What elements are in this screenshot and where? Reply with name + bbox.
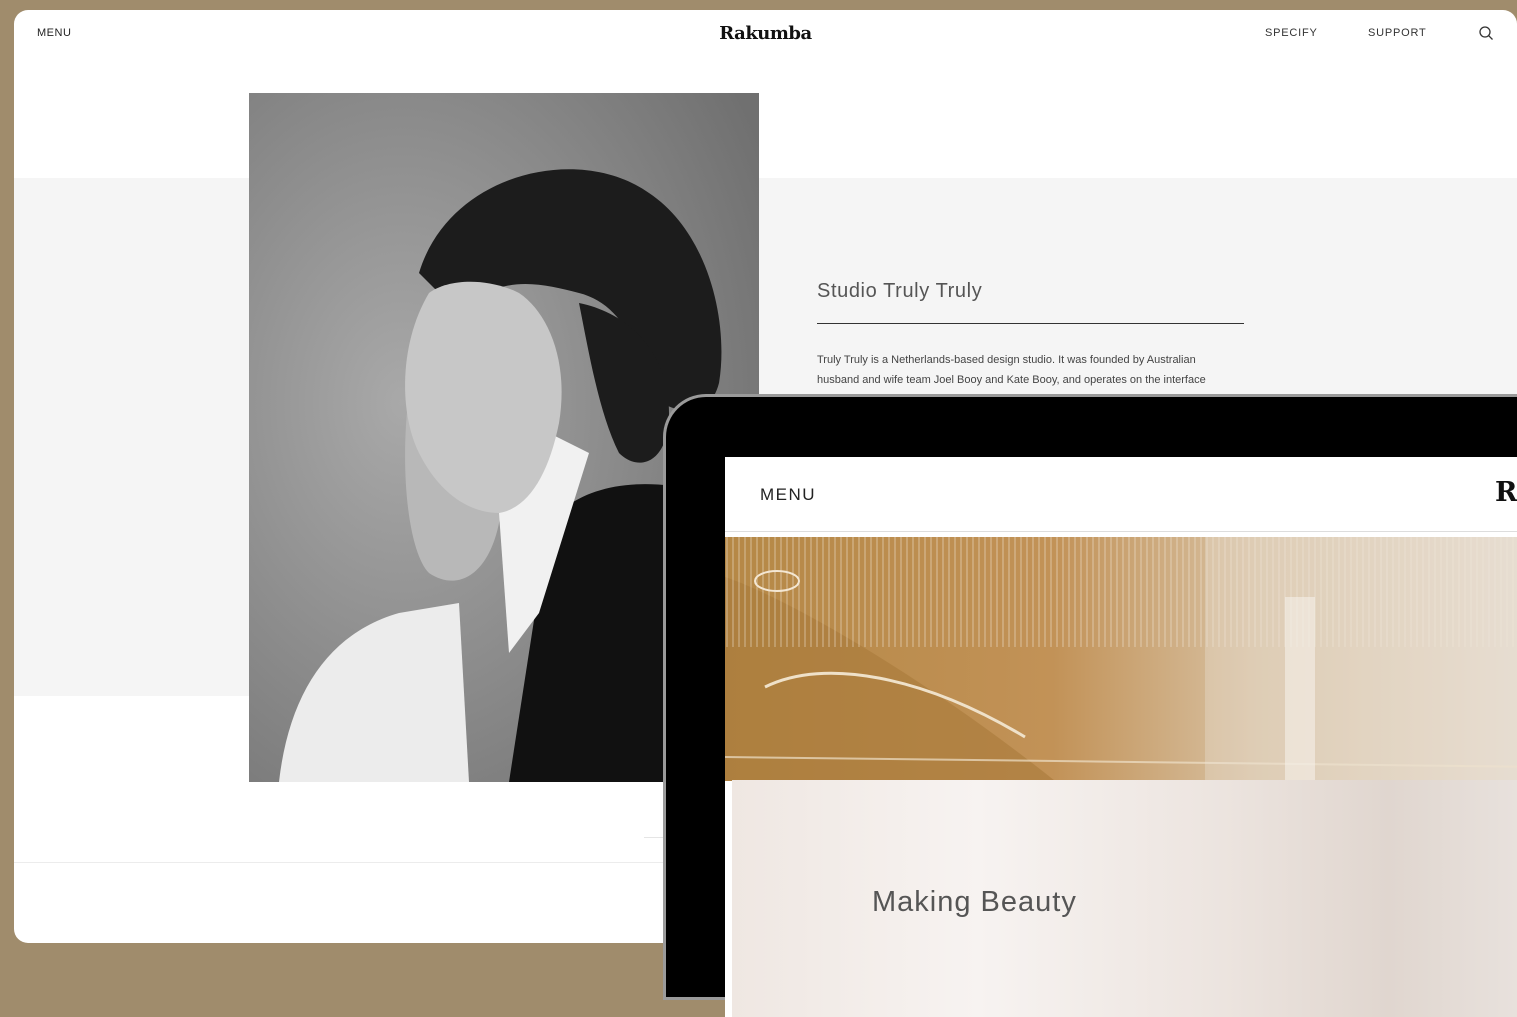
feature-card-title: Making Beauty — [872, 886, 1077, 918]
tablet-screen: MENU Ra — [725, 457, 1517, 1017]
tablet-feature-card: Making Beauty — [732, 780, 1517, 1017]
tablet-hero-image — [725, 537, 1517, 781]
tablet-device: MENU Ra — [666, 397, 1517, 1017]
studio-title: Studio Truly Truly — [817, 280, 983, 302]
title-underline — [817, 323, 1244, 324]
studio-description: Truly Truly is a Netherlands-based desig… — [817, 354, 1206, 400]
tablet-menu-button[interactable]: MENU — [760, 485, 816, 505]
tablet-header: MENU Ra — [725, 457, 1517, 532]
hero-fringe-illustration — [725, 537, 1517, 781]
nav-link-specify[interactable]: SPECIFY — [1265, 27, 1318, 39]
tablet-logo[interactable]: Ra — [1495, 477, 1517, 508]
nav-link-support[interactable]: SUPPORT — [1368, 27, 1427, 39]
search-icon[interactable] — [1478, 25, 1494, 41]
top-navigation: MENU Rakumba SPECIFY SUPPORT — [14, 10, 1517, 70]
